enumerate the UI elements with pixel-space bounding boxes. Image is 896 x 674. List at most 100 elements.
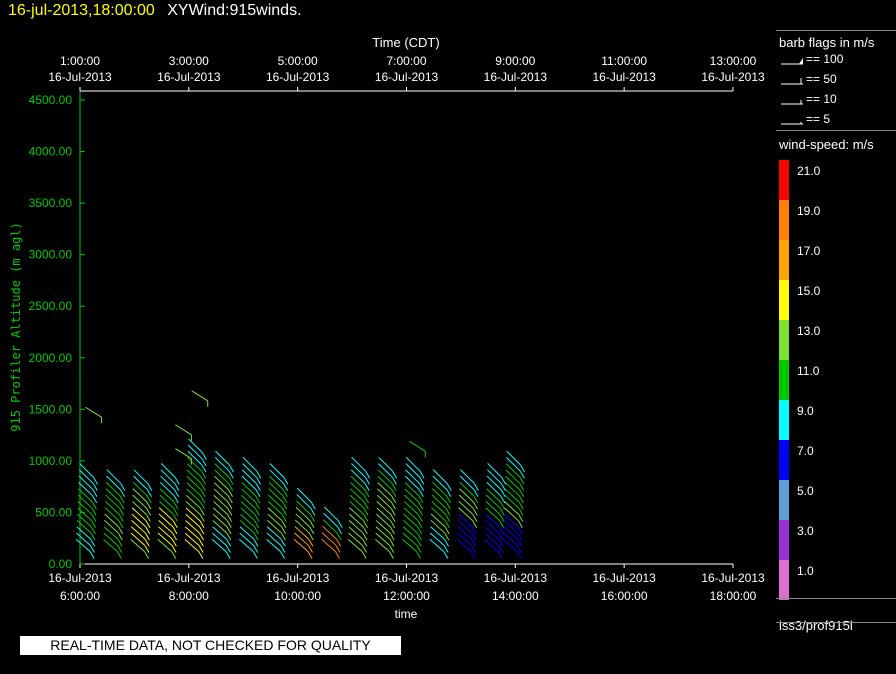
speed-legend-title: wind-speed: m/s [779, 137, 874, 152]
wind-barb-flag [362, 545, 367, 553]
top-tick-date: 16-Jul-2013 [592, 70, 656, 84]
bottom-tick-time: 16:00:00 [601, 589, 648, 603]
wind-barb [404, 475, 420, 491]
wind-barb-flag [144, 551, 150, 559]
wind-barb [375, 526, 391, 540]
top-tick-time: 9:00:00 [495, 54, 535, 68]
wind-barb-flag [362, 539, 368, 547]
wind-barb-flag [337, 526, 343, 535]
wind-barb-flag [226, 526, 232, 535]
wind-barb-flag [145, 520, 151, 528]
bottom-tick-time: 12:00:00 [383, 589, 430, 603]
wind-barb-flag [228, 483, 234, 491]
wind-barb-flag [147, 483, 153, 491]
wind-barb-flag [517, 545, 522, 553]
wind-barb-flag [416, 545, 422, 553]
wind-barb [505, 469, 521, 484]
wind-barb-flag [498, 526, 504, 535]
top-tick-date: 16-Jul-2013 [157, 70, 221, 84]
wind-barb [350, 482, 365, 497]
wind-barb [377, 475, 393, 491]
wind-barb-flag [497, 551, 503, 559]
wind-barb-flag [174, 477, 180, 485]
wind-barb-flag [362, 526, 368, 535]
wind-barb-flag [282, 489, 288, 498]
wind-barb-flag [174, 489, 180, 498]
wind-barb-flag [443, 545, 449, 553]
wind-barb [405, 469, 420, 484]
wind-barb [175, 424, 192, 436]
qc-warning-banner: REAL-TIME DATA, NOT CHECKED FOR QUALITY [20, 636, 401, 655]
wind-barb [213, 501, 228, 515]
wind-barb-flag [253, 532, 259, 541]
wind-barb-flag [500, 489, 506, 498]
wind-barb-flag [227, 514, 232, 522]
wind-barb-flag [335, 551, 340, 559]
wind-barb [485, 513, 500, 528]
wind-barb [78, 469, 94, 484]
wind-barb-flag [173, 501, 179, 510]
flag-icon [781, 58, 803, 65]
top-tick-time: 11:00:00 [601, 54, 647, 68]
wind-barb [483, 538, 499, 553]
wind-barb-flag [391, 483, 397, 491]
wind-barb [505, 482, 520, 497]
wind-barb [75, 538, 91, 553]
bottom-tick-time: 18:00:00 [710, 589, 757, 603]
wind-barb [78, 482, 94, 497]
wind-barb [403, 501, 419, 515]
wind-barb [157, 538, 173, 553]
wind-barb [375, 538, 390, 553]
wind-barb [269, 469, 284, 484]
wind-barb-flag [92, 483, 98, 491]
wind-barb [240, 501, 256, 515]
wind-barb-flag [172, 526, 178, 535]
wind-barb [294, 526, 310, 540]
wind-barb-flag [199, 520, 205, 528]
wind-barb-flag [90, 526, 96, 535]
wind-barb [215, 450, 230, 466]
wind-barb-flag [281, 520, 287, 528]
wind-barb-flag [90, 532, 96, 541]
wind-barb [349, 507, 364, 522]
wind-barb [106, 469, 122, 484]
wind-barb-flag [472, 520, 478, 528]
wind-barb [350, 469, 366, 484]
colorbar-swatch [779, 360, 789, 400]
wind-barb-flag [471, 539, 477, 547]
wind-barb-flag [118, 514, 124, 522]
wind-barb-flag [444, 532, 450, 541]
wind-barb-flag [228, 477, 234, 485]
wind-barb [505, 463, 521, 478]
wind-barb [160, 475, 175, 491]
wind-barb [240, 513, 255, 528]
wind-barb-flag [173, 514, 178, 522]
wind-barb-flag [201, 477, 206, 485]
wind-barb [403, 513, 419, 528]
wind-barb [186, 476, 202, 491]
wind-barb [402, 532, 418, 546]
half-barb-icon [781, 122, 803, 125]
wind-barb [351, 456, 367, 472]
wind-barb [186, 488, 201, 503]
wind-barb [486, 475, 502, 491]
y-tick-label: 4500.00 [29, 93, 73, 107]
wind-barb [213, 482, 229, 497]
wind-barb [187, 457, 203, 472]
wind-barb [458, 500, 474, 515]
wind-barb-flag [518, 514, 524, 522]
wind-barb-flag [500, 495, 506, 504]
wind-barb [158, 513, 174, 528]
wind-barb [430, 513, 446, 528]
wind-barb-flag [417, 520, 423, 528]
wind-barb [160, 463, 176, 478]
bottom-tick-time: 14:00:00 [492, 589, 539, 603]
wind-barb-flag [145, 532, 150, 541]
barb-legend-label: == 5 [806, 112, 831, 126]
wind-barb-flag [199, 526, 205, 535]
wind-barb-flag [91, 508, 97, 516]
wind-barb [459, 475, 475, 491]
wind-barb [405, 463, 421, 478]
colorbar-label: 9.0 [797, 404, 814, 418]
wind-barb-flag [92, 489, 98, 498]
